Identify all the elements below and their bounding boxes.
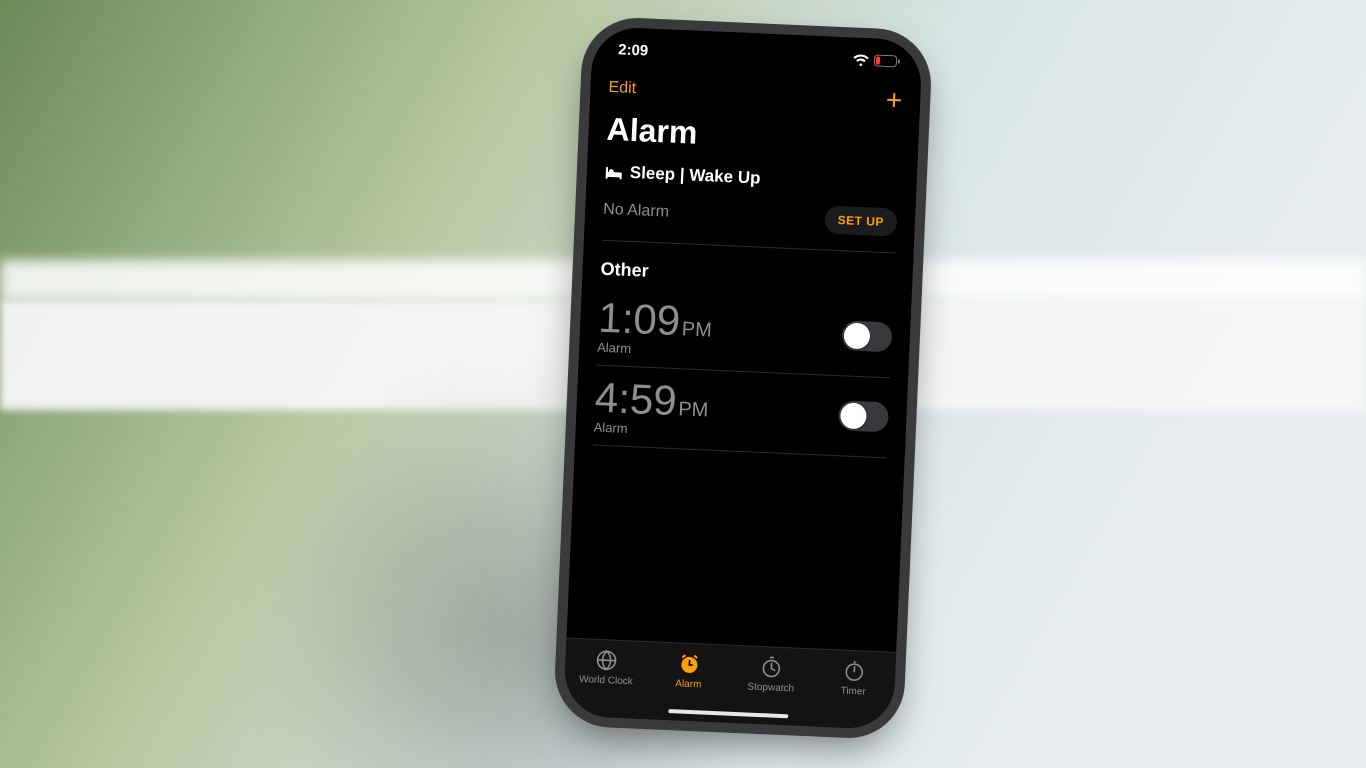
tab-stopwatch[interactable]: Stopwatch <box>729 654 813 696</box>
screen: 2:09 Edit + Alarm Sleep | Wake Up <box>563 26 923 730</box>
alarm-time: 1:09 <box>597 294 681 346</box>
alarm-toggle-0[interactable] <box>841 320 892 352</box>
bed-icon <box>605 165 624 179</box>
sleep-status: No Alarm <box>603 201 670 222</box>
tab-alarm[interactable]: Alarm <box>647 650 731 692</box>
tab-label: Timer <box>840 686 866 698</box>
wifi-icon <box>853 54 870 67</box>
battery-low-icon <box>874 54 900 67</box>
alarm-time: 4:59 <box>594 374 678 426</box>
tab-timer[interactable]: Timer <box>812 657 896 699</box>
tab-label: Stopwatch <box>747 681 794 694</box>
alarm-period: PM <box>678 398 709 422</box>
add-alarm-button[interactable]: + <box>885 86 903 115</box>
status-time: 2:09 <box>618 41 649 59</box>
home-indicator[interactable] <box>668 709 788 718</box>
tab-bar: World Clock Alarm Stopwatch Timer <box>563 638 896 730</box>
tab-label: Alarm <box>675 678 702 690</box>
sleep-setup-button[interactable]: SET UP <box>824 205 897 236</box>
alarm-toggle-1[interactable] <box>838 400 889 432</box>
alarm-period: PM <box>681 318 712 342</box>
edit-button[interactable]: Edit <box>608 79 636 98</box>
alarm-row-0[interactable]: 1:09 PM Alarm <box>596 286 893 379</box>
sleep-wake-row: No Alarm SET UP <box>602 182 898 254</box>
alarm-row-1[interactable]: 4:59 PM Alarm <box>593 366 890 459</box>
tab-label: World Clock <box>579 674 633 687</box>
tab-world-clock[interactable]: World Clock <box>564 647 648 689</box>
phone-frame: 2:09 Edit + Alarm Sleep | Wake Up <box>563 26 923 730</box>
